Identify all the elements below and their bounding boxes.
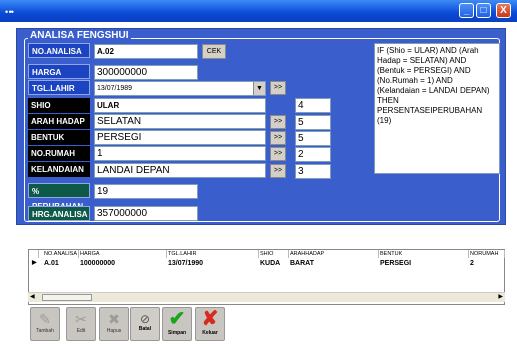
edit-button[interactable]: ✂ Edit (66, 307, 96, 341)
maximize-button[interactable]: □ (476, 3, 491, 18)
close-icon: ✘ (201, 308, 219, 330)
tgl-lahir-combo[interactable]: 13/07/1989 ▼ (94, 81, 266, 96)
cell-no-analisa[interactable]: A.01 (43, 259, 59, 268)
cell-shio[interactable]: KUDA (259, 259, 280, 268)
shio-field[interactable]: ULAR (94, 98, 266, 113)
tgl-lahir-button[interactable]: >> (270, 81, 286, 95)
grid-header-bentuk: BENTUK (379, 250, 469, 258)
no-rumah-score[interactable]: 2 (295, 147, 331, 162)
no-rumah-field[interactable]: 1 (94, 146, 266, 161)
label-no-rumah: NO.RUMAH (28, 146, 90, 161)
label-hrg-analisa: HRG.ANALISA (28, 206, 90, 221)
cancel-icon: ⊘ (139, 312, 151, 326)
perubahan-field[interactable]: 19 (94, 184, 198, 199)
check-icon: ✔ (168, 308, 186, 330)
keluar-button[interactable]: ✘ Keluar (195, 307, 225, 341)
label-arah-hadap: ARAH HADAP (28, 114, 90, 129)
no-rumah-button[interactable]: >> (270, 147, 286, 161)
close-button[interactable]: X (496, 3, 511, 18)
kelandaian-score[interactable]: 3 (295, 164, 331, 179)
harga-field[interactable]: 300000000 (94, 65, 198, 80)
grid-header-no-analisa: NO.ANALISA (44, 250, 79, 258)
scroll-right-icon[interactable]: ▶ (498, 293, 503, 300)
kelandaian-field[interactable]: LANDAI DEPAN (94, 163, 266, 178)
arah-hadap-button[interactable]: >> (270, 115, 286, 129)
tgl-lahir-value: 13/07/1989 (97, 85, 133, 92)
row-pointer-icon: ▶ (32, 260, 37, 266)
scroll-left-icon[interactable]: ◀ (30, 293, 35, 300)
label-perubahan: % PERUBAHAN (28, 183, 90, 211)
simpan-button[interactable]: ✔ Simpan (162, 307, 192, 341)
kelandaian-button[interactable]: >> (270, 164, 286, 178)
add-icon: ✎ (39, 311, 51, 327)
cek-button[interactable]: CEK (202, 44, 226, 59)
label-kelandaian: KELANDAIAN (28, 162, 90, 177)
bentuk-field[interactable]: PERSEGI (94, 130, 266, 145)
cell-harga[interactable]: 100000000 (79, 259, 115, 268)
label-no-analisa: NO.ANALISA (28, 43, 90, 58)
app-icon: • •• (5, 7, 14, 17)
chevron-down-icon[interactable]: ▼ (253, 82, 265, 95)
bentuk-score[interactable]: 5 (295, 131, 331, 146)
horizontal-scrollbar[interactable]: ◀ ▶ (28, 292, 505, 302)
scroll-thumb[interactable] (42, 294, 92, 301)
label-harga: HARGA (28, 64, 90, 79)
shio-score[interactable]: 4 (295, 98, 331, 113)
grid-header-shio: SHIO (259, 250, 289, 258)
arah-hadap-score[interactable]: 5 (295, 115, 331, 130)
delete-icon: ✖ (108, 311, 120, 327)
hrg-analisa-field[interactable]: 357000000 (94, 206, 198, 221)
edit-icon: ✂ (75, 311, 87, 327)
group-title: ANALISA FENGSHUI (28, 30, 131, 41)
label-bentuk: BENTUK (28, 130, 90, 145)
label-shio: SHIO (28, 98, 90, 113)
cell-norumah[interactable]: 2 (469, 259, 474, 268)
arah-hadap-field[interactable]: SELATAN (94, 114, 266, 129)
tambah-button[interactable]: ✎ Tambah (30, 307, 60, 341)
no-analisa-field[interactable]: A.02 (94, 44, 198, 59)
cell-bentuk[interactable]: PERSEGI (379, 259, 411, 268)
grid-header-arahhadap: ARAHHADAP (289, 250, 379, 258)
grid-header-harga: HARGA (79, 250, 167, 258)
label-tgl-lahir: TGL.LAHIR (28, 80, 90, 95)
grid-corner (29, 250, 39, 258)
batal-button[interactable]: ⊘ Batal (130, 307, 160, 341)
title-bar: • •• _ □ X (0, 0, 517, 22)
grid-header-tgl-lahir: TGL.LAHIR (167, 250, 259, 258)
grid-header-norumah: NORUMAH (469, 250, 505, 258)
bentuk-button[interactable]: >> (270, 131, 286, 145)
cell-tgl-lahir[interactable]: 13/07/1990 (167, 259, 203, 268)
rule-text-box[interactable]: IF (Shio = ULAR) AND (Arah Hadap = SELAT… (374, 43, 500, 174)
hapus-button[interactable]: ✖ Hapus (99, 307, 129, 341)
minimize-button[interactable]: _ (459, 3, 474, 18)
cell-arahhadap[interactable]: BARAT (289, 259, 314, 268)
